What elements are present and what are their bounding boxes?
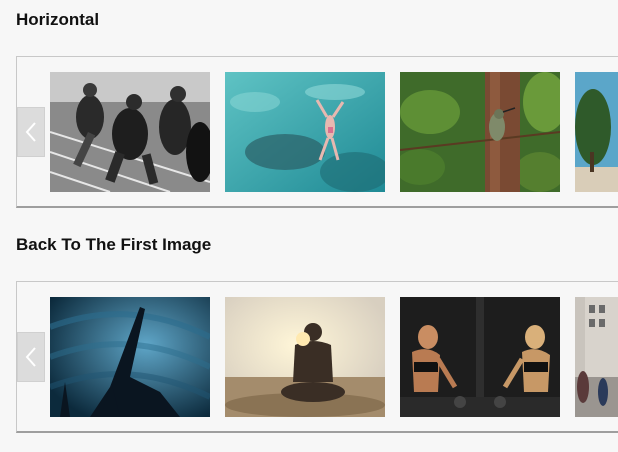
slide-image-gym-boxing[interactable]	[400, 297, 560, 417]
slide-image-meditation-beach[interactable]	[225, 297, 385, 417]
slide-image-silhouette-hand[interactable]	[50, 297, 210, 417]
prev-button[interactable]	[17, 107, 45, 157]
slide-image-swimmer[interactable]	[225, 72, 385, 192]
carousel-back-to-first[interactable]	[16, 281, 618, 433]
prev-button[interactable]	[17, 332, 45, 382]
slide-image-sprinters[interactable]	[50, 72, 210, 192]
carousel-horizontal[interactable]	[16, 56, 618, 208]
chevron-left-icon	[25, 122, 36, 142]
slide-image-tree-sky[interactable]	[575, 72, 618, 192]
slide-image-city-street[interactable]	[575, 297, 618, 417]
section-title-horizontal: Horizontal	[16, 10, 100, 29]
section-title-back-to-first: Back To The First Image	[16, 235, 212, 254]
slide-image-hummingbird[interactable]	[400, 72, 560, 192]
chevron-left-icon	[25, 347, 36, 367]
